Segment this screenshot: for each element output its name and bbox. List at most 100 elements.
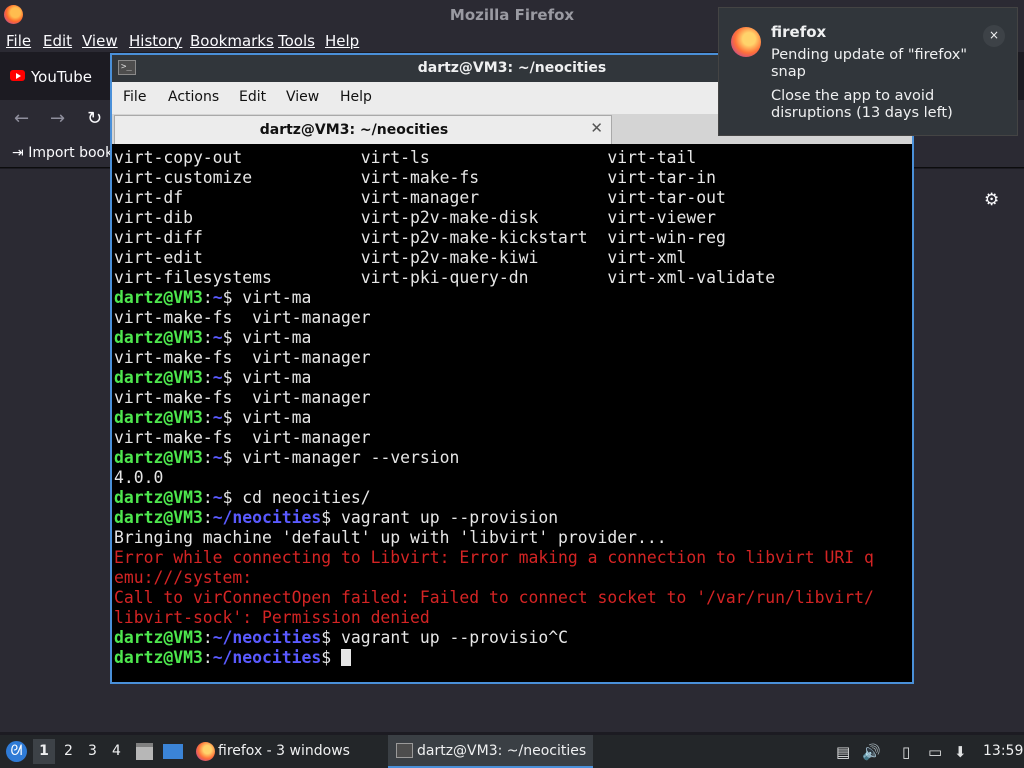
prompt-user: dartz@VM3 <box>114 288 203 307</box>
firefox-menu-bookmarks[interactable]: Bookmarks <box>190 32 274 50</box>
terminal-line: virt-copy-out virt-ls virt-tail <box>114 148 697 167</box>
prompt-command: $ vagrant up --provisio^C <box>321 628 568 647</box>
prompt-path: ~/neocities <box>212 508 322 527</box>
terminal-line: virt-make-fs virt-manager <box>114 428 371 447</box>
terminal-line: dartz@VM3:~/neocities$ vagrant up --prov… <box>114 508 558 528</box>
task-terminal-label: dartz@VM3: ~/neocities <box>417 743 587 759</box>
firefox-menu-file[interactable]: File <box>6 32 31 50</box>
terminal-tab-label: dartz@VM3: ~/neocities <box>259 122 449 138</box>
import-bookmarks-label: Import book <box>28 145 114 161</box>
prompt-path: ~ <box>212 488 223 507</box>
prompt-separator: : <box>202 328 213 347</box>
prompt-separator: : <box>202 288 213 307</box>
taskbar: ᘛ 1 2 3 4 firefox - 3 windows dartz@VM3:… <box>0 735 1024 768</box>
back-arrow-icon[interactable]: ← <box>14 108 29 129</box>
volume-icon[interactable]: 🔊 <box>862 743 881 761</box>
prompt-user: dartz@VM3 <box>114 368 203 387</box>
terminal-error-line: Call to virConnectOpen failed: Failed to… <box>114 588 874 607</box>
prompt-command: $ virt-ma <box>222 408 312 427</box>
terminal-line: dartz@VM3:~$ virt-ma <box>114 328 311 348</box>
prompt-path: ~ <box>212 328 223 347</box>
workspace-4[interactable]: 4 <box>112 743 121 759</box>
prompt-command: $ virt-manager --version <box>222 448 460 467</box>
terminal-tab[interactable]: dartz@VM3: ~/neocities ✕ <box>114 115 612 144</box>
terminal-line: 4.0.0 <box>114 468 164 487</box>
start-menu-icon[interactable]: ᘛ <box>6 741 27 762</box>
tab-youtube[interactable]: YouTube <box>0 60 110 96</box>
terminal-menu-help[interactable]: Help <box>340 89 372 105</box>
prompt-user: dartz@VM3 <box>114 508 203 527</box>
prompt-command: $ vagrant up --provision <box>321 508 559 527</box>
prompt-path: ~/neocities <box>212 648 322 667</box>
prompt-separator: : <box>202 508 213 527</box>
prompt-path: ~/neocities <box>212 628 322 647</box>
forward-arrow-icon[interactable]: → <box>50 108 65 129</box>
notification-close-button[interactable]: × <box>983 25 1005 47</box>
terminal-line: dartz@VM3:~/neocities$ vagrant up --prov… <box>114 628 568 648</box>
terminal-error-line: libvirt-sock': Permission denied <box>114 608 430 627</box>
notification-body: Pending update of "firefox" <box>771 47 968 63</box>
notification-body: disruptions (13 days left) <box>771 105 953 121</box>
terminal-menu-edit[interactable]: Edit <box>239 89 266 105</box>
task-firefox[interactable]: firefox - 3 windows <box>192 735 382 768</box>
prompt-separator: : <box>202 648 213 667</box>
firefox-menu-edit[interactable]: Edit <box>43 32 72 50</box>
terminal-line: virt-edit virt-p2v-make-kiwi virt-xml <box>114 248 687 267</box>
reload-icon[interactable]: ↻ <box>87 108 102 129</box>
prompt-path: ~ <box>212 448 223 467</box>
clipboard-icon[interactable]: ▤ <box>836 743 850 761</box>
gear-icon[interactable]: ⚙ <box>984 190 999 210</box>
terminal-line: virt-make-fs virt-manager <box>114 308 371 327</box>
prompt-separator: : <box>202 628 213 647</box>
task-terminal[interactable]: dartz@VM3: ~/neocities <box>388 735 593 768</box>
firefox-logo-icon <box>196 742 215 761</box>
firefox-menu-history[interactable]: History <box>129 32 182 50</box>
terminal-line: dartz@VM3:~$ cd neocities/ <box>114 488 371 508</box>
terminal-menu-file[interactable]: File <box>123 89 146 105</box>
firefox-logo-icon <box>731 27 761 57</box>
task-firefox-label: firefox - 3 windows <box>218 743 350 759</box>
terminal-line: dartz@VM3:~$ virt-ma <box>114 408 311 428</box>
firefox-menu-view[interactable]: View <box>82 32 118 50</box>
terminal-line: Bringing machine 'default' up with 'libv… <box>114 528 667 547</box>
updates-icon[interactable]: ⬇ <box>954 743 967 761</box>
terminal-output[interactable]: virt-copy-out virt-ls virt-tail virt-cust… <box>112 146 912 682</box>
prompt-command: $ virt-ma <box>222 368 312 387</box>
prompt-command: $ virt-ma <box>222 328 312 347</box>
workspace-1[interactable]: 1 <box>33 739 55 764</box>
prompt-path: ~ <box>212 288 223 307</box>
firefox-menu-help[interactable]: Help <box>325 32 359 50</box>
terminal-error-line: Error while connecting to Libvirt: Error… <box>114 548 874 567</box>
prompt-command: $ cd neocities/ <box>222 488 371 507</box>
terminal-line: virt-df virt-manager virt-tar-out <box>114 188 726 207</box>
terminal-menu-view[interactable]: View <box>286 89 319 105</box>
close-icon[interactable]: ✕ <box>590 119 603 137</box>
import-bookmarks-button[interactable]: ⇥ Import book <box>12 145 113 161</box>
workspace-3[interactable]: 3 <box>88 743 97 759</box>
show-desktop-icon[interactable] <box>163 744 183 759</box>
prompt-command: $ virt-ma <box>222 288 312 307</box>
terminal-error-line: emu:///system: <box>114 568 253 587</box>
prompt-user: dartz@VM3 <box>114 408 203 427</box>
display-icon[interactable]: ▭ <box>928 743 942 761</box>
terminal-line: dartz@VM3:~$ virt-ma <box>114 288 311 308</box>
terminal-window: >_ dartz@VM3: ~/neocities File Actions E… <box>110 53 914 684</box>
prompt-user: dartz@VM3 <box>114 488 203 507</box>
prompt-separator: : <box>202 448 213 467</box>
terminal-line: virt-filesystems virt-pki-query-dn virt-… <box>114 268 776 287</box>
firefox-menu-tools[interactable]: Tools <box>278 32 315 50</box>
workspace-2[interactable]: 2 <box>64 743 73 759</box>
terminal-line: virt-customize virt-make-fs virt-tar-in <box>114 168 716 187</box>
terminal-cursor <box>341 649 351 666</box>
files-icon[interactable] <box>136 743 153 760</box>
notes-icon[interactable]: ▯ <box>902 743 910 761</box>
prompt-path: ~ <box>212 408 223 427</box>
terminal-menu-actions[interactable]: Actions <box>168 89 219 105</box>
prompt-separator: : <box>202 408 213 427</box>
terminal-line: dartz@VM3:~$ virt-ma <box>114 368 311 388</box>
clock: 13:59 <box>983 743 1024 759</box>
youtube-icon <box>10 70 25 81</box>
prompt-user: dartz@VM3 <box>114 448 203 467</box>
notification-body: Close the app to avoid <box>771 88 935 104</box>
terminal-line: virt-dib virt-p2v-make-disk virt-viewer <box>114 208 716 227</box>
